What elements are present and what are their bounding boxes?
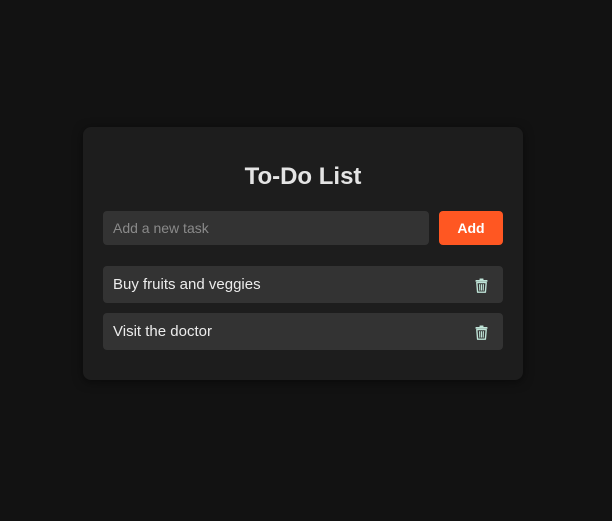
delete-task-button[interactable] — [471, 275, 491, 295]
new-task-input[interactable] — [103, 211, 429, 245]
add-task-button[interactable]: Add — [439, 211, 503, 245]
task-list: Buy fruits and veggies Visit the doctor — [103, 266, 503, 360]
page-title: To-Do List — [244, 163, 362, 190]
todo-card: To-Do List Add Buy fruits and veggies — [83, 127, 523, 380]
delete-task-button[interactable] — [471, 322, 491, 342]
task-text[interactable]: Buy fruits and veggies — [113, 266, 261, 303]
task-text[interactable]: Visit the doctor — [113, 313, 212, 350]
trash-icon — [475, 278, 488, 293]
trash-icon — [475, 325, 488, 340]
task-item: Buy fruits and veggies — [103, 266, 503, 303]
task-item: Visit the doctor — [103, 313, 503, 350]
